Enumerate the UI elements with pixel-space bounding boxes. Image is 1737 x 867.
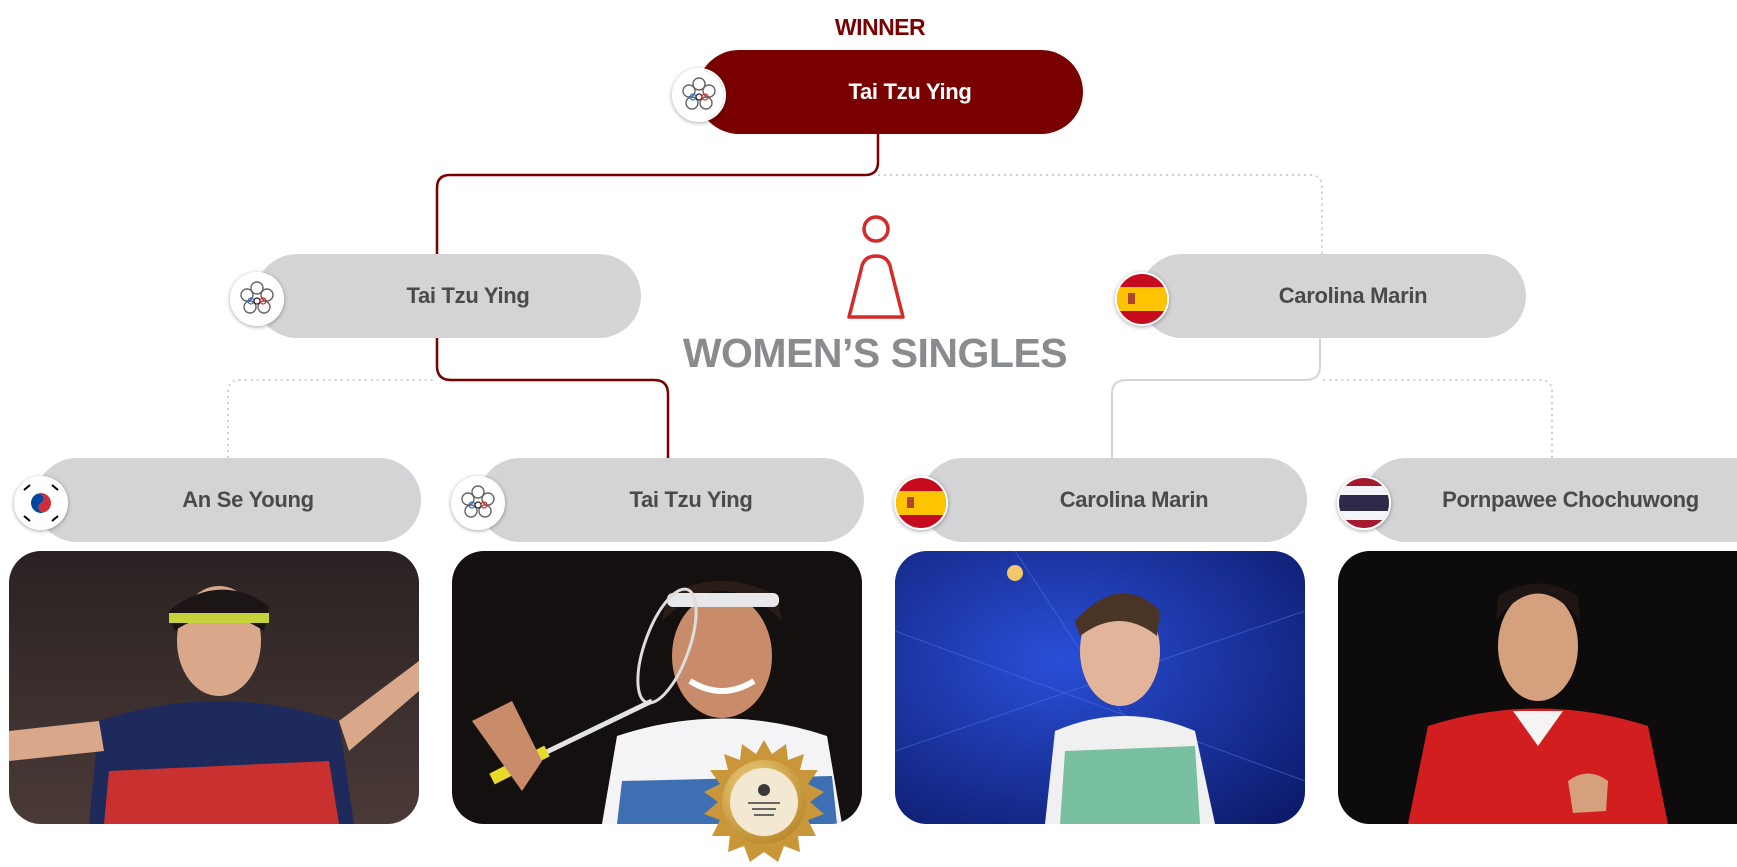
player-photo-pornpawee-chochuwong bbox=[1338, 551, 1737, 824]
chinese-taipei-olympic-flag-icon bbox=[230, 272, 284, 326]
winner-name: Tai Tzu Ying bbox=[848, 79, 972, 104]
winner-label: WINNER bbox=[834, 14, 926, 40]
spain-flag-icon bbox=[894, 476, 948, 530]
quarterfinal-pill-3[interactable]: Carolina Marin bbox=[921, 458, 1307, 542]
semifinal-pill-right[interactable]: Carolina Marin bbox=[1140, 254, 1526, 338]
spain-flag-icon bbox=[1115, 272, 1169, 326]
event-title: WOMEN’S SINGLES bbox=[682, 330, 1068, 376]
female-figure-icon bbox=[847, 215, 905, 319]
quarterfinal-pill-1[interactable]: An Se Young bbox=[35, 458, 421, 542]
chinese-taipei-olympic-flag-icon bbox=[672, 68, 726, 122]
gold-medal-icon bbox=[704, 740, 824, 862]
quarterfinal-name-4: Pornpawee Chochuwong bbox=[1442, 487, 1699, 512]
semifinal-name-left: Tai Tzu Ying bbox=[406, 283, 530, 308]
quarterfinal-pill-4[interactable]: Pornpawee Chochuwong bbox=[1364, 458, 1737, 542]
thailand-flag-icon bbox=[1337, 476, 1391, 530]
quarterfinal-name-3: Carolina Marin bbox=[1059, 487, 1209, 512]
south-korea-flag-icon bbox=[14, 476, 68, 530]
quarterfinal-name-1: An Se Young bbox=[182, 487, 314, 512]
winner-pill[interactable]: Tai Tzu Ying bbox=[697, 50, 1083, 134]
quarterfinal-name-2: Tai Tzu Ying bbox=[629, 487, 753, 512]
chinese-taipei-olympic-flag-icon bbox=[451, 476, 505, 530]
semifinal-pill-left[interactable]: Tai Tzu Ying bbox=[255, 254, 641, 338]
quarterfinal-pill-2[interactable]: Tai Tzu Ying bbox=[478, 458, 864, 542]
player-photo-an-se-young bbox=[9, 551, 419, 824]
player-photo-carolina-marin bbox=[895, 551, 1305, 824]
semifinal-name-right: Carolina Marin bbox=[1278, 283, 1428, 308]
